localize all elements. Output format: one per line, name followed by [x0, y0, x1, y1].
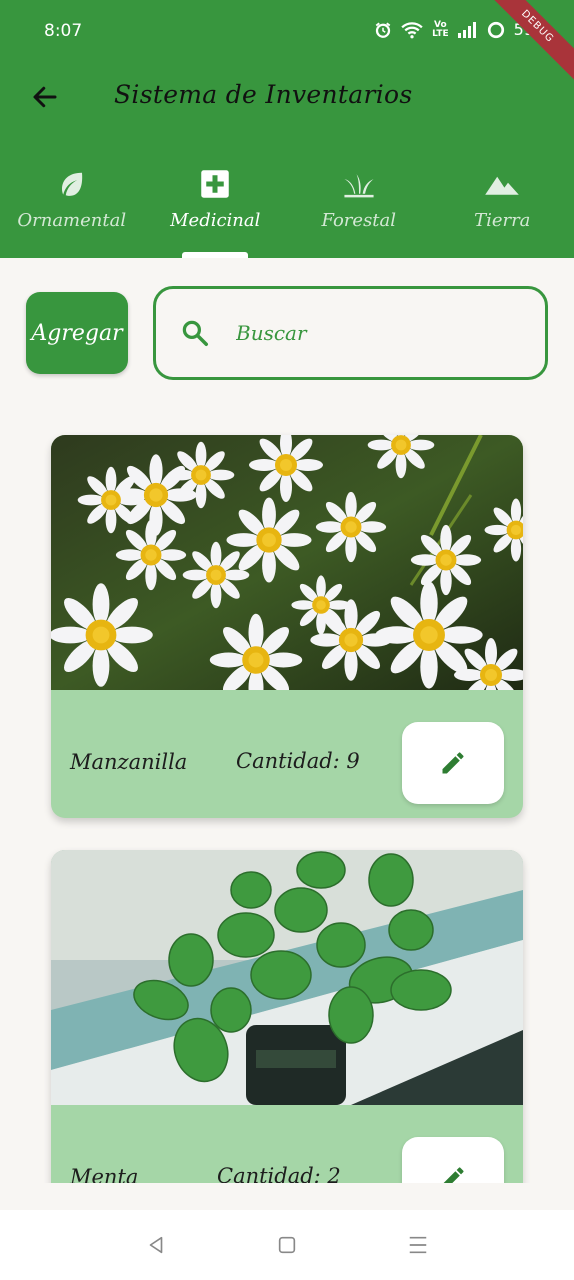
mountain-icon [485, 176, 520, 195]
item-card: Menta Cantidad: 2 [51, 850, 523, 1183]
page-title: Sistema de Inventarios [114, 80, 413, 109]
add-button[interactable]: Agregar [26, 292, 128, 374]
item-list: Manzanilla Cantidad: 9 Menta Cantidad: 2 [0, 420, 574, 1183]
item-name: Manzanilla [70, 750, 188, 774]
tab-ornamental[interactable]: Ornamental [0, 160, 144, 258]
chamomile-photo [51, 435, 523, 690]
tab-label: Medicinal [170, 210, 261, 231]
system-nav-bar [0, 1210, 574, 1280]
volte-indicator: Vo LTE [432, 20, 449, 39]
status-icons: Vo LTE 59 [374, 20, 534, 39]
volte-bottom: LTE [432, 28, 449, 39]
edit-button[interactable] [402, 722, 504, 804]
medical-cross-icon [201, 170, 229, 198]
triangle-back-icon [149, 1236, 162, 1254]
nav-home-button[interactable] [267, 1225, 307, 1265]
arrow-left-icon [33, 86, 57, 108]
pencil-icon [443, 1167, 464, 1183]
tab-forestal[interactable]: Forestal [287, 160, 431, 258]
mint-photo [51, 850, 523, 1105]
wifi-icon [401, 21, 423, 38]
tab-tierra[interactable]: Tierra [431, 160, 574, 258]
nav-menu-button[interactable] [398, 1225, 438, 1265]
category-tabs: Ornamental Medicinal Forestal Tierra [0, 160, 574, 258]
item-quantity: Cantidad: 9 [236, 749, 360, 773]
item-info: Manzanilla Cantidad: 9 [51, 690, 523, 818]
nav-back-button[interactable] [136, 1225, 176, 1265]
status-bar: 8:07 Vo LTE 59 DEBUG [0, 0, 574, 88]
battery-ring-icon [487, 21, 504, 38]
tab-label: Ornamental [17, 210, 127, 231]
search-box[interactable] [153, 286, 548, 380]
edit-button[interactable] [402, 1137, 504, 1183]
grass-icon [344, 174, 374, 198]
active-tab-indicator [182, 252, 248, 258]
status-time: 8:07 [44, 21, 83, 41]
leaf-icon [61, 172, 82, 196]
menu-lines-icon [410, 1236, 427, 1254]
toolbar: Sistema de Inventarios [0, 72, 574, 124]
item-quantity: Cantidad: 2 [217, 1164, 341, 1183]
square-home-icon [278, 1236, 296, 1254]
tab-label: Forestal [321, 210, 397, 231]
search-icon [182, 320, 208, 346]
item-info: Menta Cantidad: 2 [51, 1105, 523, 1183]
back-button[interactable] [28, 80, 62, 114]
tab-medicinal[interactable]: Medicinal [144, 160, 288, 258]
item-card: Manzanilla Cantidad: 9 [51, 435, 523, 818]
item-name: Menta [70, 1165, 139, 1183]
bottom-spacer [0, 1183, 574, 1210]
tab-label: Tierra [474, 210, 531, 231]
pencil-icon [442, 752, 464, 774]
search-input[interactable] [236, 321, 516, 345]
app-bar: 8:07 Vo LTE 59 DEBUG Sistema de Inventar… [0, 0, 574, 258]
alarm-icon [375, 22, 391, 38]
signal-icon [457, 21, 476, 38]
